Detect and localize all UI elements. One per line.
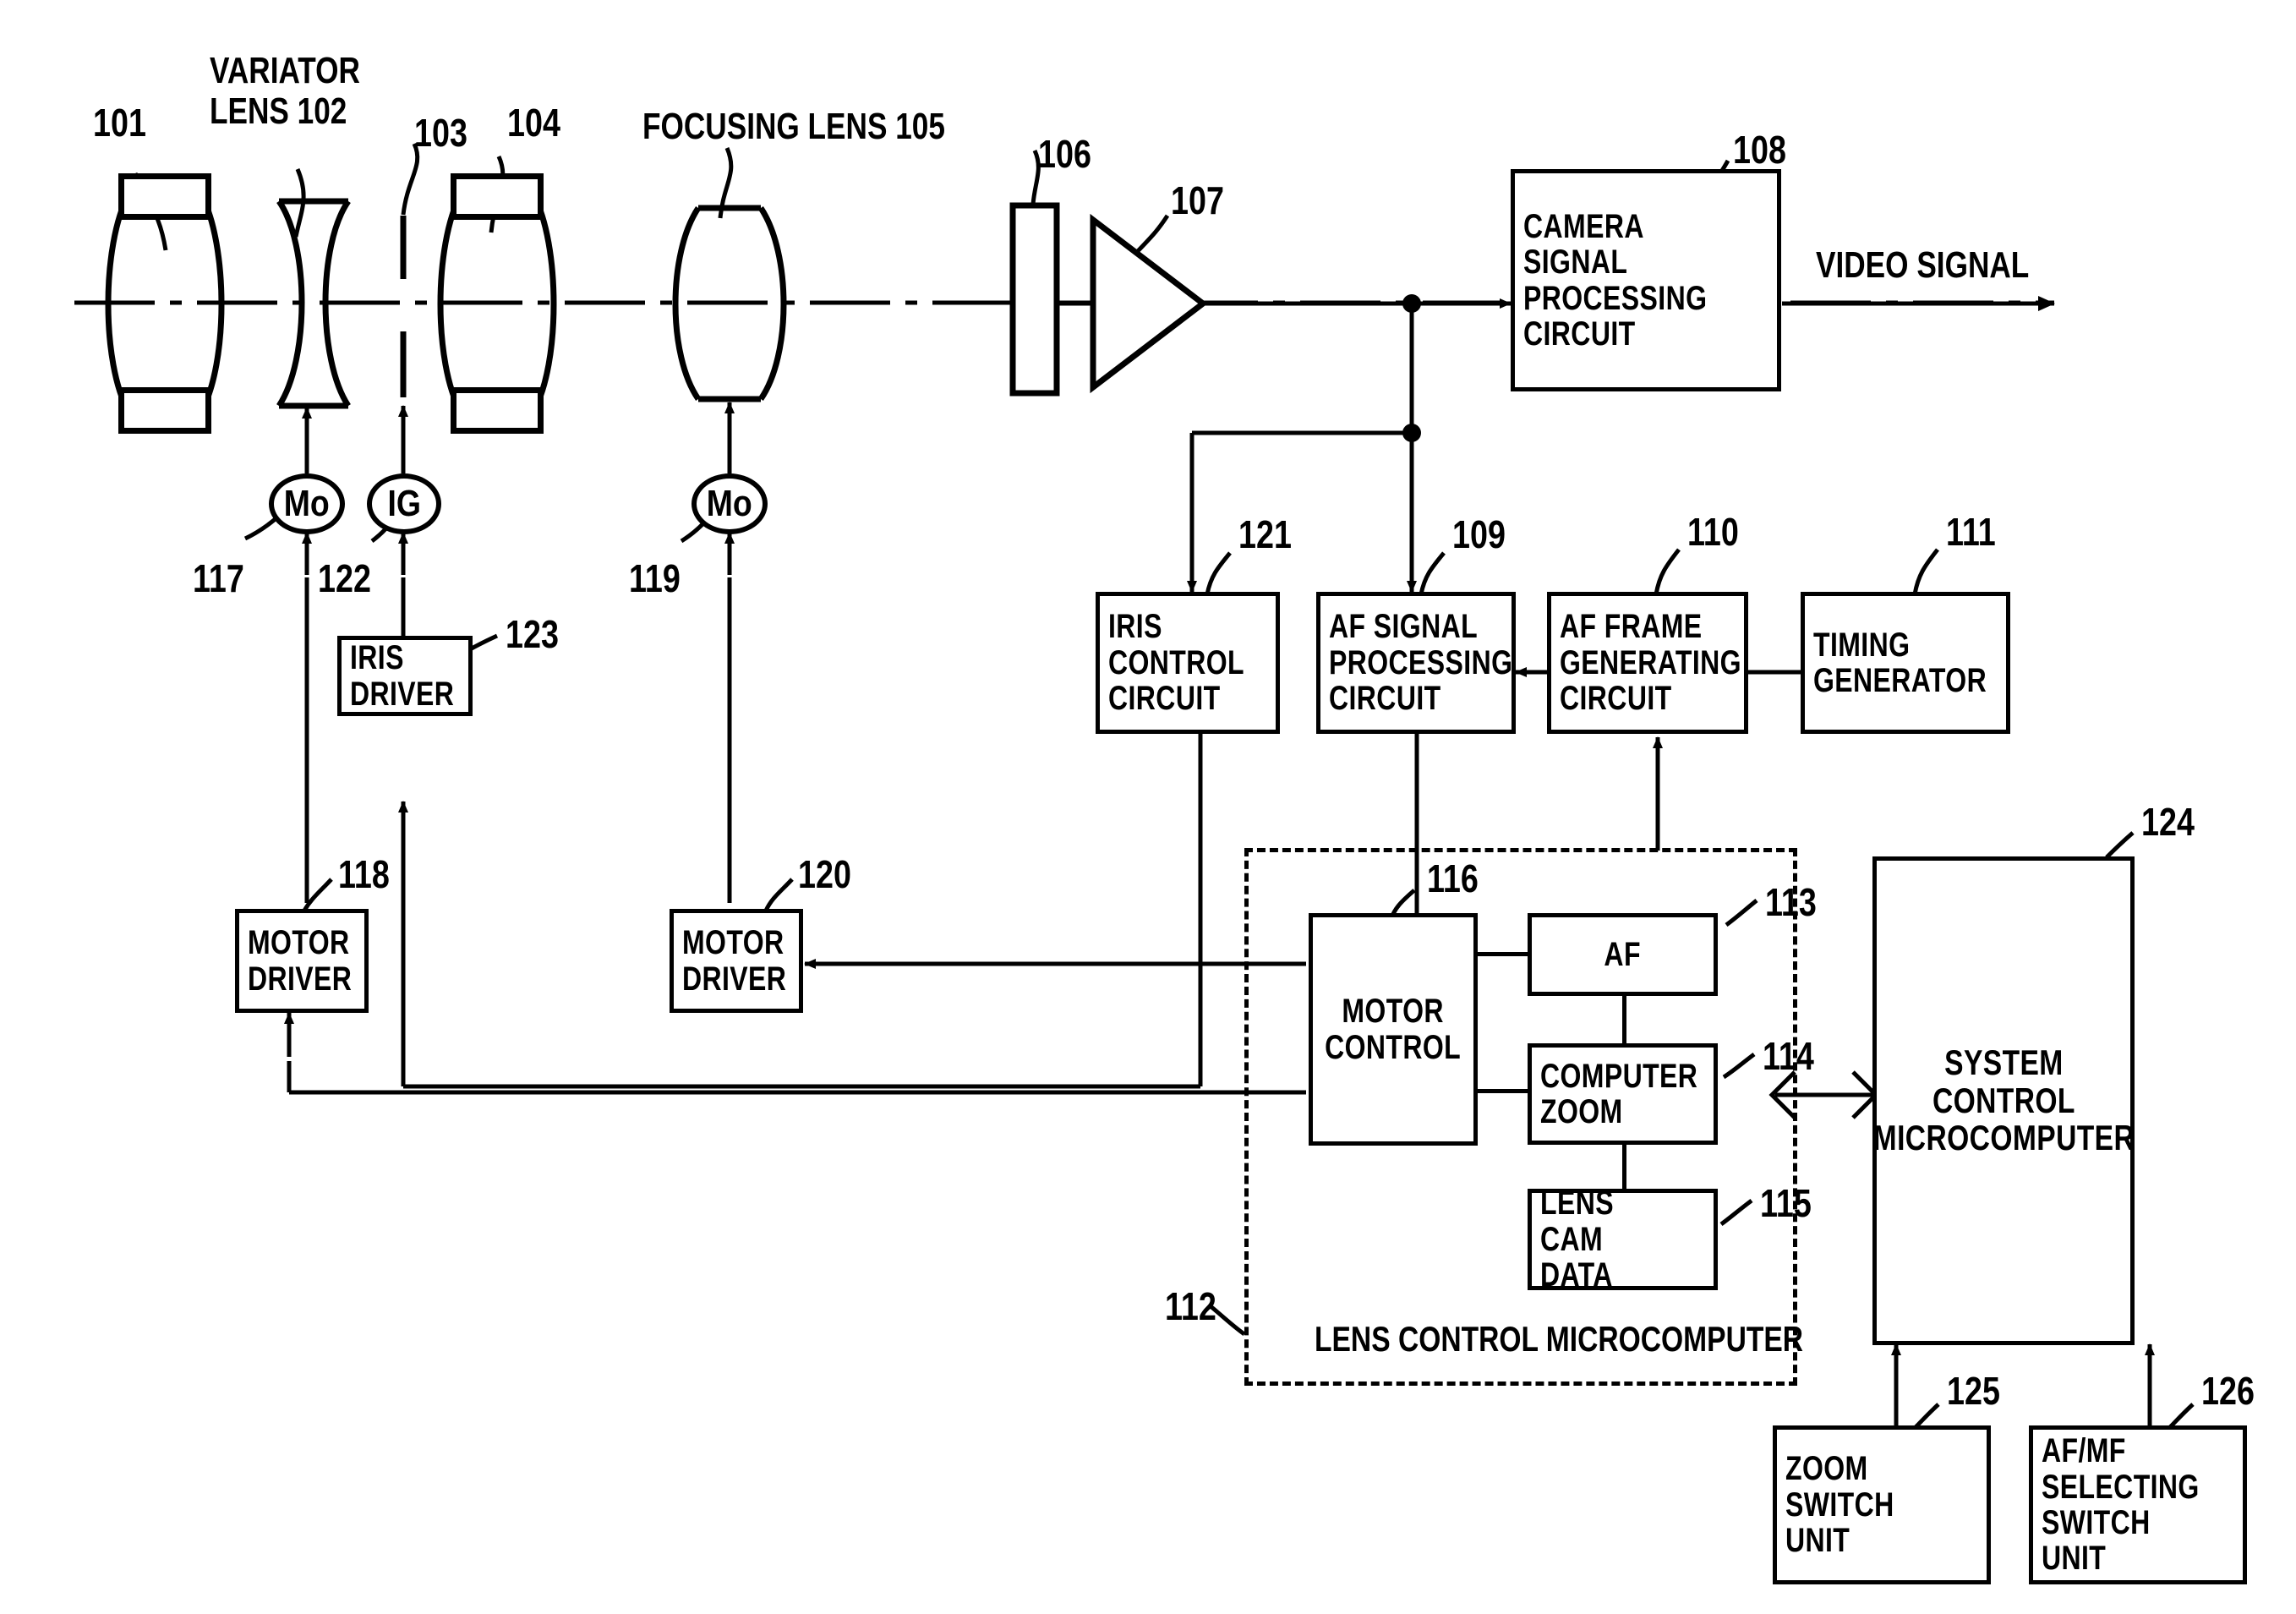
iris-actuator-122: IG (367, 473, 441, 534)
camera-signal-processing-label: CAMERA SIGNAL PROCESSING CIRCUIT (1523, 207, 1708, 353)
ref-115: 115 (1760, 1181, 1812, 1225)
caption-variator-lens-102: VARIATOR LENS 102 (210, 50, 360, 132)
zoom-motor-117: Mo (269, 473, 345, 534)
focus-motor-driver-box[interactable]: MOTOR DRIVER (670, 909, 803, 1013)
wire-zoom-camdata (1622, 1145, 1626, 1189)
ref-119: 119 (629, 556, 681, 600)
video-signal-label: VIDEO SIGNAL (1816, 244, 2030, 286)
lens-102-glyph (276, 198, 351, 409)
lens-104-barrel-bottom (451, 387, 544, 434)
ref-110: 110 (1687, 510, 1739, 554)
ref-126: 126 (2201, 1369, 2255, 1413)
ref-109: 109 (1452, 512, 1506, 556)
ref-103: 103 (414, 111, 467, 155)
af-frame-generating-label: AF FRAME GENERATING CIRCUIT (1560, 608, 1741, 718)
ref-107: 107 (1171, 178, 1224, 222)
ref-121: 121 (1238, 512, 1292, 556)
focus-motor-driver-label: MOTOR DRIVER (682, 924, 787, 998)
zoom-switch-unit-label: ZOOM SWITCH UNIT (1785, 1450, 1894, 1560)
system-control-microcomputer-box[interactable]: SYSTEM CONTROL MICROCOMPUTER (1872, 856, 2135, 1345)
afmf-switch-unit-label: AF/MF SELECTING SWITCH UNIT (2042, 1432, 2200, 1578)
ref-113: 113 (1765, 880, 1817, 924)
lens-101-barrel-bottom (118, 387, 211, 434)
image-sensor-106 (1009, 202, 1060, 397)
ref-112: 112 (1165, 1284, 1216, 1328)
motor-control-box[interactable]: MOTOR CONTROL (1309, 913, 1478, 1146)
timing-generator-box[interactable]: TIMING GENERATOR (1801, 592, 2010, 734)
afmf-switch-unit-box[interactable]: AF/MF SELECTING SWITCH UNIT (2029, 1425, 2247, 1584)
ref-108: 108 (1733, 128, 1786, 172)
lens-101-barrel-top (118, 173, 211, 220)
ref-123: 123 (506, 612, 559, 656)
system-control-microcomputer-label: SYSTEM CONTROL MICROCOMPUTER (1872, 1042, 2135, 1158)
ref-117: 117 (193, 556, 244, 600)
junction-dot (1402, 294, 1421, 313)
junction-dot (1402, 424, 1421, 442)
computer-zoom-label: COMPUTER ZOOM (1540, 1057, 1698, 1130)
lens-105-glyph (672, 205, 787, 402)
af-box[interactable]: AF (1528, 913, 1718, 996)
lens-control-microcomputer-title: LENS CONTROL MICROCOMPUTER (1315, 1319, 1804, 1359)
ref-122: 122 (318, 556, 371, 600)
caption-focusing-lens-105: FOCUSING LENS 105 (642, 106, 945, 147)
ref-104: 104 (507, 101, 560, 145)
amplifier-107 (1090, 213, 1208, 394)
zoom-motor-label: Mo (283, 483, 331, 524)
zoom-motor-driver-box[interactable]: MOTOR DRIVER (235, 909, 369, 1013)
af-signal-processing-label: AF SIGNAL PROCESSING CIRCUIT (1329, 608, 1513, 718)
zoom-switch-unit-box[interactable]: ZOOM SWITCH UNIT (1773, 1425, 1991, 1584)
wire-motorcontrol-af (1478, 952, 1528, 956)
lens-101-glyph (105, 191, 225, 415)
ref-111: 111 (1946, 510, 1996, 554)
camera-signal-processing-box[interactable]: CAMERA SIGNAL PROCESSING CIRCUIT (1511, 169, 1781, 391)
af-label: AF (1604, 935, 1642, 973)
lens-cam-data-label: LENS CAM DATA (1540, 1185, 1614, 1294)
ref-114: 114 (1763, 1034, 1814, 1078)
ref-124: 124 (2141, 800, 2195, 844)
zoom-motor-driver-label: MOTOR DRIVER (248, 924, 353, 998)
ref-116: 116 (1427, 856, 1479, 900)
lens-104-glyph (437, 191, 557, 415)
ref-101: 101 (93, 101, 146, 145)
ref-120: 120 (798, 852, 851, 896)
af-signal-processing-box[interactable]: AF SIGNAL PROCESSING CIRCUIT (1316, 592, 1516, 734)
ref-125: 125 (1947, 1369, 2000, 1413)
iris-control-circuit-label: IRIS CONTROL CIRCUIT (1108, 608, 1245, 718)
iris-control-circuit-box[interactable]: IRIS CONTROL CIRCUIT (1096, 592, 1280, 734)
ref-118: 118 (338, 852, 390, 896)
iris-driver-label: IRIS DRIVER (350, 639, 455, 713)
lens-cam-data-box[interactable]: LENS CAM DATA (1528, 1185, 1718, 1293)
wire-motorcontrol-zoom (1478, 1089, 1528, 1093)
wire-af-zoom (1622, 996, 1626, 1043)
iris-driver-box[interactable]: IRIS DRIVER (337, 636, 473, 716)
figure-canvas: 101 VARIATOR LENS 102 103 104 FOCUSING L… (0, 0, 2296, 1614)
af-frame-generating-box[interactable]: AF FRAME GENERATING CIRCUIT (1547, 592, 1748, 734)
ref-106: 106 (1038, 132, 1091, 176)
computer-zoom-box[interactable]: COMPUTER ZOOM (1528, 1043, 1718, 1145)
timing-generator-label: TIMING GENERATOR (1813, 626, 1987, 699)
lens-104-barrel-top (451, 173, 544, 220)
focus-motor-label: Mo (706, 483, 753, 524)
iris-actuator-label: IG (387, 483, 421, 524)
focus-motor-119: Mo (692, 473, 768, 534)
motor-control-label: MOTOR CONTROL (1325, 993, 1462, 1066)
